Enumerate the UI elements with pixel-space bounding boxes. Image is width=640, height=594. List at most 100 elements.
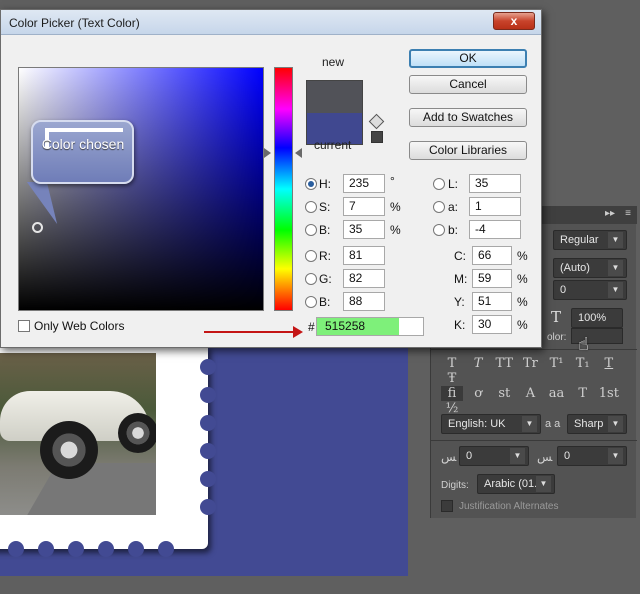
kashida-icon: ﺲ [537,450,553,464]
radio-green[interactable] [305,273,317,285]
green-label: G: [319,272,332,286]
radio-brightness[interactable] [305,224,317,236]
black-label: K: [454,318,466,332]
strikethrough-button[interactable]: Ŧ [441,371,463,386]
lab-b-label: b: [448,223,459,237]
new-color-label: new [322,55,345,69]
hue-slider-handle-left[interactable] [264,148,271,158]
lab-l-input[interactable]: 35 [469,174,521,193]
cyan-input[interactable]: 66 [472,246,512,265]
leading-value: (Auto) [560,262,590,274]
tracking-dropdown[interactable]: 0 ▼ [553,280,627,300]
language-dropdown[interactable]: English: UK ▼ [441,414,541,434]
add-to-swatches-button[interactable]: Add to Swatches [409,108,527,127]
callout-text: Color chosen [41,136,125,152]
radio-red[interactable] [305,250,317,262]
ok-button-label: OK [459,51,477,65]
font-style-dropdown[interactable]: Regular ▼ [553,230,627,250]
stamp-scallop [200,443,216,459]
color-picker-ring[interactable] [32,222,43,233]
chevron-down-icon: ▼ [536,476,551,492]
web-safe-color-icon[interactable] [371,131,383,143]
lab-a-input[interactable]: 1 [469,197,521,216]
dialog-title: Color Picker (Text Color) [9,16,140,30]
red-input[interactable]: 81 [343,246,385,265]
car-wheel-shape [40,421,98,479]
green-input[interactable]: 82 [343,269,385,288]
hex-value: 515258 [325,319,366,333]
vintage-car-photo [0,353,156,515]
hex-prefix-label: # [308,320,315,334]
digits-dropdown[interactable]: Arabic (01... ▼ [477,474,555,494]
color-field[interactable] [18,67,264,311]
yellow-value: 51 [478,294,492,308]
kashida-left-value: 0 [466,450,473,462]
justification-alternates-checkbox[interactable] [441,500,453,512]
dialog-titlebar[interactable]: Color Picker (Text Color) x [1,10,541,35]
leading-dropdown[interactable]: (Auto) ▼ [553,258,627,278]
panel-menu-icon[interactable]: ≡ [625,208,631,219]
stamp-scallop [200,471,216,487]
collapse-icon[interactable]: ▸▸ [605,208,615,219]
small-caps-button[interactable]: Tr [519,356,541,371]
hue-input[interactable]: 235 [343,174,385,193]
chevron-down-icon: ▼ [608,416,623,432]
all-caps-button[interactable]: TT [493,356,515,371]
kashida-right-value: 0 [564,450,571,462]
hue-slider-handle-right[interactable] [295,148,302,158]
radio-hue[interactable] [305,178,317,190]
hue-slider[interactable] [274,67,293,311]
faux-bold-button[interactable]: T [441,356,463,371]
underline-button[interactable]: T [598,356,620,371]
ligatures-button[interactable]: fi [441,386,463,401]
radio-lightness[interactable] [433,178,445,190]
discretionary-ligatures-button[interactable]: st [493,386,515,401]
subscript-button[interactable]: T₁ [572,356,594,371]
ok-button[interactable]: OK [409,49,527,68]
color-libraries-button[interactable]: Color Libraries [409,141,527,160]
justification-alternates-label: Justification Alternates [459,501,559,512]
blue-input[interactable]: 88 [343,292,385,311]
color-chosen-callout: Color chosen [31,120,134,184]
swash-button[interactable]: A [519,386,541,401]
lab-l-label: L: [448,177,459,191]
out-of-gamut-cube-icon[interactable] [368,113,385,130]
kashida-right-dropdown[interactable]: 0 ▼ [557,446,627,466]
brightness-input[interactable]: 35 [343,220,385,239]
only-web-colors-label: Only Web Colors [34,319,125,333]
red-value: 81 [349,248,363,262]
black-input[interactable]: 30 [472,315,512,334]
cyan-label: C: [454,249,466,263]
hex-input[interactable]: 515258 [316,317,424,336]
vertical-scale-icon: T [551,308,562,326]
car-wheel-shape [118,413,156,453]
stylistic-alternates-button[interactable]: aa [546,386,568,401]
brightness-label: B: [319,223,331,237]
yellow-input[interactable]: 51 [472,292,512,311]
close-button[interactable]: x [493,12,535,30]
only-web-colors-checkbox[interactable] [18,320,30,332]
superscript-button[interactable]: T¹ [546,356,568,371]
stamp-scallop [38,541,54,557]
radio-saturation[interactable] [305,201,317,213]
magenta-input[interactable]: 59 [472,269,512,288]
add-to-swatches-label: Add to Swatches [422,110,514,124]
radio-lab-a[interactable] [433,201,445,213]
antialias-dropdown[interactable]: Sharp ▼ [567,414,627,434]
vertical-scale-field[interactable]: 100% [571,308,623,328]
lab-b-input[interactable]: -4 [469,220,521,239]
yellow-label: Y: [454,295,465,309]
black-unit: % [517,318,528,332]
stamp-scallop [98,541,114,557]
saturation-input[interactable]: 7 [343,197,385,216]
radio-blue[interactable] [305,296,317,308]
titling-button[interactable]: T [572,386,594,401]
alternates-button[interactable]: ơ [467,386,489,401]
faux-italic-button[interactable]: T [467,356,489,371]
radio-lab-b[interactable] [433,224,445,236]
kashida-left-dropdown[interactable]: 0 ▼ [459,446,529,466]
lab-a-value: 1 [475,199,482,213]
stamp-scallop [68,541,84,557]
ordinals-button[interactable]: 1st [598,386,620,401]
cancel-button[interactable]: Cancel [409,75,527,94]
